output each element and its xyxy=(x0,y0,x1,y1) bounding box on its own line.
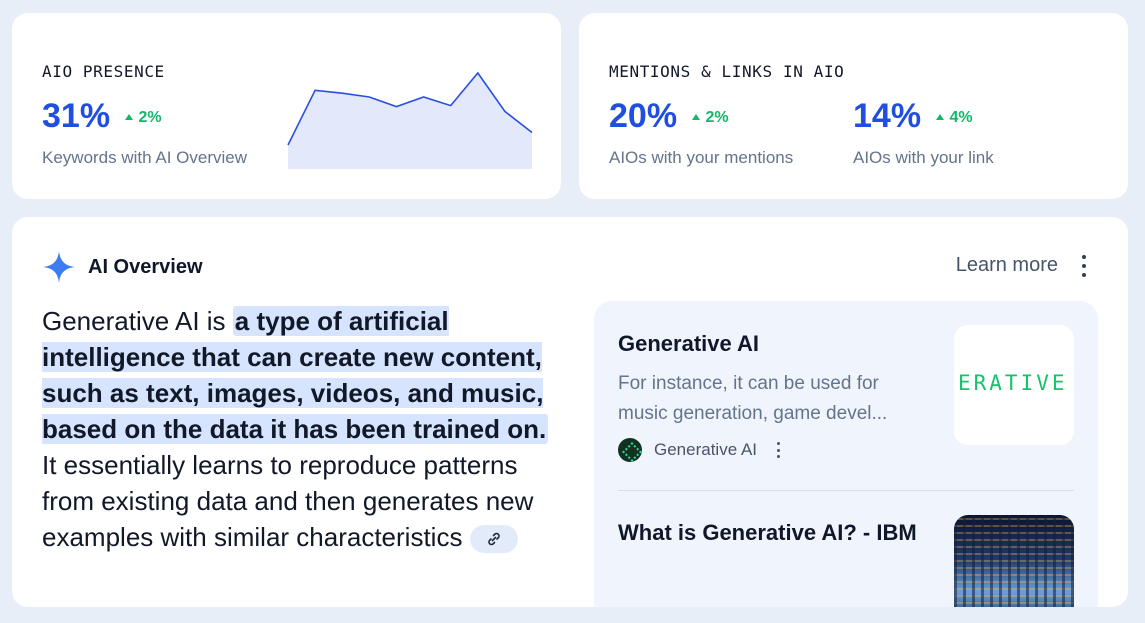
links-caption: AIOs with your link xyxy=(853,148,994,167)
source-thumbnail[interactable]: ERATIVE xyxy=(954,325,1074,445)
links-delta-value: 4% xyxy=(949,108,973,126)
source-thumbnail[interactable] xyxy=(954,515,1074,607)
aio-presence-title: AIO PRESENCE xyxy=(42,62,165,81)
ai-overview-card: AI Overview Learn more Generative AI is … xyxy=(12,217,1128,607)
mentions-links-title: MENTIONS & LINKS IN AIO xyxy=(609,62,845,81)
source-description: For instance, it can be used for music g… xyxy=(618,373,888,424)
mentions-caption: AIOs with your mentions xyxy=(609,148,794,167)
site-favicon-icon xyxy=(618,438,642,462)
links-stat: 14% 4% AIOs with your link xyxy=(853,97,994,168)
arrow-up-icon xyxy=(124,113,133,120)
ai-overview-text: Generative AI is a type of artificial in… xyxy=(42,303,562,555)
links-value: 14% xyxy=(853,97,922,135)
mentions-links-card: MENTIONS & LINKS IN AIO 20% 2% AIOs with… xyxy=(579,13,1128,199)
aio-presence-caption: Keywords with AI Overview xyxy=(42,148,248,167)
thumbnail-text: ERATIVE xyxy=(958,371,1068,395)
aio-presence-delta: 2% xyxy=(124,107,162,127)
aio-presence-sparkline xyxy=(287,71,533,169)
mentions-delta-value: 2% xyxy=(705,108,729,126)
sparkline-area xyxy=(288,73,532,169)
overview-text-rest: It essentially learns to reproduce patte… xyxy=(42,450,534,552)
source-link-button[interactable] xyxy=(470,525,519,554)
learn-more-link[interactable]: Learn more xyxy=(956,254,1058,277)
mentions-delta: 2% xyxy=(691,107,729,127)
source-meta: Generative AI xyxy=(618,438,781,462)
sources-panel: Generative AI For instance, it can be us… xyxy=(594,301,1098,607)
source-title[interactable]: What is Generative AI? - IBM xyxy=(618,515,928,551)
aio-presence-card: AIO PRESENCE 31% 2% Keywords with AI Ove… xyxy=(12,13,561,199)
mentions-stat: 20% 2% AIOs with your mentions xyxy=(609,97,793,168)
ai-overview-label: AI Overview xyxy=(88,255,203,278)
source-title[interactable]: Generative AI xyxy=(618,331,759,357)
divider xyxy=(618,490,1074,491)
arrow-up-icon xyxy=(935,113,944,120)
aio-presence-delta-value: 2% xyxy=(138,108,162,126)
source-more-icon[interactable] xyxy=(777,442,781,458)
aio-presence-value: 31% xyxy=(42,97,111,135)
mentions-value: 20% xyxy=(609,97,678,135)
arrow-up-icon xyxy=(691,113,700,120)
overview-text-intro: Generative AI is xyxy=(42,306,233,336)
source-site-name: Generative AI xyxy=(654,440,758,459)
link-icon xyxy=(488,532,501,546)
more-options-icon[interactable] xyxy=(1082,255,1088,277)
ai-overview-header: AI Overview xyxy=(42,250,203,284)
sparkle-icon xyxy=(43,251,75,283)
aio-presence-stat: 31% 2% Keywords with AI Overview xyxy=(42,97,247,168)
links-delta: 4% xyxy=(935,107,973,127)
